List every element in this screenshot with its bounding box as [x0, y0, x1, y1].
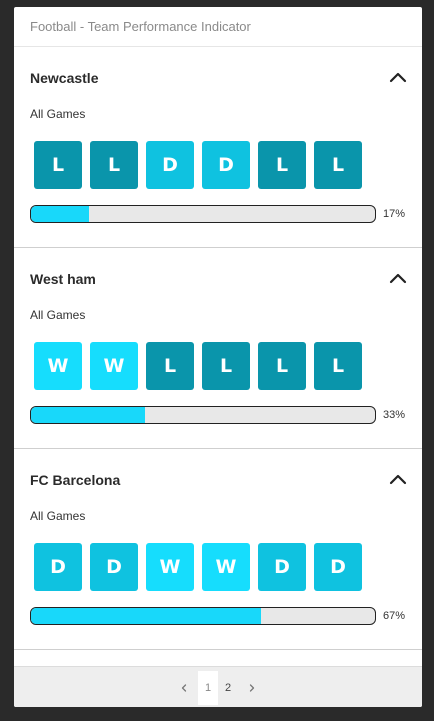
- results-row: LLDDLL: [34, 141, 362, 189]
- result-badge: W: [90, 342, 138, 390]
- team-card: West ham All Games WWLLLL 33%: [14, 248, 422, 449]
- performance-percent: 17%: [383, 208, 406, 220]
- result-badge: W: [34, 342, 82, 390]
- result-badge: D: [314, 543, 362, 591]
- chevron-up-icon[interactable]: [388, 68, 408, 88]
- team-performance-widget: Football - Team Performance Indicator Ne…: [14, 7, 422, 707]
- result-badge: L: [90, 141, 138, 189]
- next-page-button[interactable]: [238, 671, 266, 705]
- results-row: DDWWDD: [34, 543, 362, 591]
- result-badge: W: [146, 543, 194, 591]
- games-filter-label: All Games: [30, 107, 86, 121]
- games-filter-label: All Games: [30, 509, 86, 523]
- result-badge: L: [314, 342, 362, 390]
- result-badge: L: [258, 342, 306, 390]
- team-name: Newcastle: [30, 70, 99, 86]
- widget-header: Football - Team Performance Indicator: [14, 7, 422, 47]
- widget-title: Football - Team Performance Indicator: [30, 19, 251, 34]
- result-badge: D: [202, 141, 250, 189]
- result-badge: D: [34, 543, 82, 591]
- team-name: West ham: [30, 271, 96, 287]
- performance-bar: [30, 607, 376, 625]
- result-badge: L: [146, 342, 194, 390]
- result-badge: L: [314, 141, 362, 189]
- team-name: FC Barcelona: [30, 472, 121, 488]
- chevron-left-icon: [181, 683, 187, 692]
- result-badge: W: [202, 543, 250, 591]
- performance-bar-fill: [31, 608, 262, 624]
- result-badge: D: [258, 543, 306, 591]
- chevron-up-icon[interactable]: [388, 269, 408, 289]
- result-badge: D: [90, 543, 138, 591]
- performance-bar: [30, 205, 376, 223]
- page-button-1[interactable]: 1: [198, 670, 218, 705]
- result-badge: D: [146, 141, 194, 189]
- performance-bar-fill: [31, 206, 90, 222]
- results-row: WWLLLL: [34, 342, 362, 390]
- chevron-up-icon[interactable]: [388, 470, 408, 490]
- result-badge: L: [202, 342, 250, 390]
- performance-percent: 33%: [383, 409, 406, 421]
- team-card: Newcastle All Games LLDDLL 17%: [14, 47, 422, 248]
- team-card: FC Barcelona All Games DDWWDD 67%: [14, 449, 422, 650]
- prev-page-button[interactable]: [170, 671, 198, 705]
- games-filter-label: All Games: [30, 308, 86, 322]
- performance-bar-fill: [31, 407, 145, 423]
- chevron-right-icon: [249, 683, 255, 692]
- performance-bar: [30, 406, 376, 424]
- result-badge: L: [258, 141, 306, 189]
- performance-percent: 67%: [383, 610, 406, 622]
- result-badge: L: [34, 141, 82, 189]
- page-button-2[interactable]: 2: [218, 671, 238, 705]
- pagination: 1 2: [14, 666, 422, 707]
